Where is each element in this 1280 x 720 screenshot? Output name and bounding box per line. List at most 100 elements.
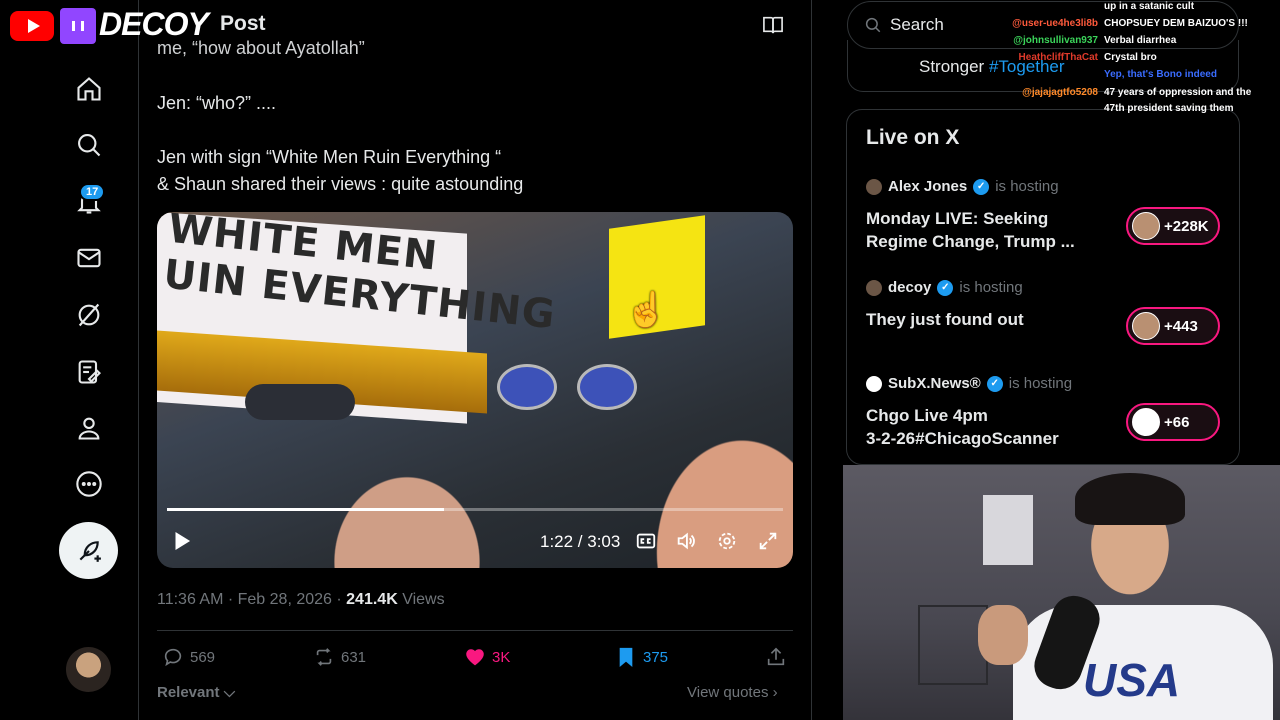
play-icon[interactable] <box>170 530 192 552</box>
more-options-icon[interactable] <box>72 467 106 501</box>
chat-message: Yep, that's Bono indeed <box>1104 69 1217 80</box>
video-time: 1:22 / 3:03 <box>540 532 621 551</box>
chat-message: 47 years of oppression and the <box>1104 87 1252 98</box>
fullscreen-icon[interactable] <box>757 530 779 552</box>
divider <box>157 630 793 631</box>
chat-message: CHOPSUEY DEM BAIZUO'S !!! <box>1104 18 1248 29</box>
explore-search-icon[interactable] <box>72 128 106 162</box>
space-title[interactable]: Chgo Live 4pm 3-2-26#ChicagoScanner <box>866 404 1059 450</box>
repost-count: 631 <box>341 648 367 666</box>
chat-username: @jajajagtfo5208 <box>1022 87 1098 98</box>
chevron-down-icon: ⌵ <box>219 684 236 701</box>
space-host-row[interactable]: SubX.News® ✓ is hosting <box>866 375 1072 392</box>
left-navigation: 17 <box>0 0 139 720</box>
settings-gear-icon[interactable] <box>716 530 738 552</box>
host-name: Alex Jones <box>888 178 968 195</box>
heart-icon <box>466 649 484 666</box>
search-placeholder: Search <box>890 15 944 34</box>
join-space-button[interactable]: +443 <box>1126 307 1220 345</box>
listener-avatar <box>1132 408 1160 436</box>
volume-icon[interactable] <box>675 530 697 552</box>
hand <box>978 605 1028 665</box>
chat-message: up in a satanic cult <box>1104 1 1195 12</box>
chat-message: Verbal diarrhea <box>1104 35 1177 46</box>
chat-message: Crystal bro <box>1104 52 1157 63</box>
sunglasses <box>245 384 355 420</box>
chat-username: HeathcliffThaCat <box>1018 52 1098 63</box>
space-host-row[interactable]: Alex Jones ✓ is hosting <box>866 178 1059 195</box>
streamer-webcam: USA <box>843 465 1280 720</box>
views-count: 241.4K <box>346 591 398 608</box>
join-space-button[interactable]: +66 <box>1126 403 1220 441</box>
host-status: is hosting <box>995 178 1059 195</box>
round-sunglasses <box>497 364 647 410</box>
profile-icon[interactable] <box>72 411 106 445</box>
home-icon[interactable] <box>72 72 106 106</box>
youtube-logo-icon <box>10 11 54 41</box>
tweet-timestamp: 11:36 AM · Feb 28, 2026 · <box>157 591 347 608</box>
host-status: is hosting <box>959 279 1023 296</box>
listener-count: +443 <box>1164 317 1198 335</box>
feather-icon <box>79 540 101 562</box>
reader-mode-icon[interactable] <box>762 15 784 35</box>
whiteboard <box>983 495 1033 565</box>
captions-icon[interactable] <box>635 530 657 552</box>
space-host-row[interactable]: decoy ✓ is hosting <box>866 279 1023 296</box>
grok-icon[interactable] <box>72 298 106 332</box>
page-title: Post <box>220 12 266 35</box>
chat-username: @user-ue4he3li8b <box>1012 18 1098 29</box>
repost-icon <box>316 648 332 666</box>
listener-avatar <box>1132 312 1160 340</box>
like-button[interactable]: 3K <box>464 646 510 668</box>
listener-count: +228K <box>1164 217 1209 235</box>
listener-count: +66 <box>1164 413 1190 431</box>
tweet-text-line: Jen: “who?” .... <box>157 93 277 113</box>
search-icon <box>865 17 881 33</box>
jersey-logo: USA <box>1083 654 1181 706</box>
reply-sort-dropdown[interactable]: Relevant ⌵ <box>157 684 235 701</box>
lists-icon[interactable] <box>72 355 106 389</box>
view-quotes-link[interactable]: View quotes › <box>687 684 778 701</box>
bookmark-icon <box>619 647 633 668</box>
live-section-title: Live on X <box>866 126 960 149</box>
verified-badge-icon: ✓ <box>986 375 1003 392</box>
tweet-metadata: 11:36 AM · Feb 28, 2026 · 241.4K Views <box>157 591 445 609</box>
tweet-text-line: me, “how about Ayatollah” <box>157 38 365 58</box>
bookmark-button[interactable]: 375 <box>615 646 668 668</box>
host-name: decoy <box>888 279 932 296</box>
tweet-text-line: Jen with sign “White Men Ruin Everything… <box>157 147 502 167</box>
chat-username: @johnsullivan937 <box>1013 35 1098 46</box>
compose-post-button[interactable] <box>59 522 118 579</box>
host-avatar <box>866 375 882 392</box>
host-name: SubX.News® <box>888 375 981 392</box>
twitch-logo-icon <box>60 8 96 44</box>
views-label: Views <box>397 591 445 608</box>
tweet-text-line: & Shaun shared their views : quite astou… <box>157 174 524 194</box>
reply-button[interactable]: 569 <box>162 646 215 668</box>
notifications-badge: 17 <box>79 183 106 201</box>
repost-button[interactable]: 631 <box>313 646 366 668</box>
share-icon <box>767 647 785 666</box>
video-player[interactable]: WHITE MEN UIN EVERYTHING ☝ 1:22 / 3:03 <box>157 212 793 568</box>
account-avatar[interactable] <box>66 647 111 692</box>
reply-count: 569 <box>190 648 216 666</box>
reply-icon <box>164 648 182 667</box>
space-title[interactable]: They just found out <box>866 308 1024 331</box>
verified-badge-icon: ✓ <box>973 178 990 195</box>
listener-avatar <box>1132 212 1160 240</box>
host-avatar <box>866 279 882 296</box>
space-title[interactable]: Monday LIVE: Seeking Regime Change, Trum… <box>866 207 1075 253</box>
messages-mail-icon[interactable] <box>72 241 106 275</box>
chevron-right-icon: › <box>768 684 778 701</box>
like-count: 3K <box>492 648 511 666</box>
chat-message: 47th president saving them <box>1104 103 1234 114</box>
join-space-button[interactable]: +228K <box>1126 207 1220 245</box>
video-progress-bar[interactable] <box>167 508 783 511</box>
bookmark-count: 375 <box>643 648 669 666</box>
share-button[interactable] <box>765 646 787 668</box>
verified-badge-icon: ✓ <box>937 279 954 296</box>
streamer-hair <box>1075 473 1185 525</box>
host-status: is hosting <box>1008 375 1073 392</box>
video-progress-fill <box>167 508 445 511</box>
mouse-cursor-icon: ☝ <box>625 291 668 329</box>
